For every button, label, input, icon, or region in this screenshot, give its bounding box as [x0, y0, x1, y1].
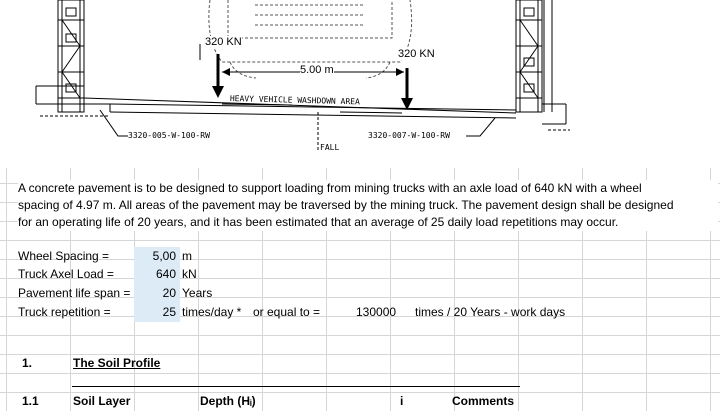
table-top-rule — [72, 386, 520, 387]
description-line-3: for an operating life of 20 years, and i… — [18, 215, 619, 229]
section-number: 1. — [22, 356, 33, 370]
truck-repetition-unit: times/day * — [182, 305, 242, 319]
dim-arrow-left — [222, 68, 230, 76]
life-span-input[interactable]: 20 — [134, 284, 180, 303]
header-depth: Depth (Hᵢ) — [200, 394, 256, 408]
load-label-right: 320 KN — [398, 48, 435, 60]
equal-to-label: or equal to = — [253, 305, 321, 319]
life-span-unit: Years — [182, 286, 213, 300]
right-tower — [515, 0, 553, 113]
header-soil-layer: Soil Layer — [73, 394, 131, 408]
section-title: The Soil Profile — [73, 356, 161, 370]
total-repetitions-unit: times / 20 Years - work days — [415, 305, 566, 319]
dim-arrow-right — [396, 68, 404, 76]
wheel-spacing-label: Wheel Spacing = — [18, 249, 110, 263]
spacing-label: 5.00 m — [300, 64, 334, 76]
wheel-spacing-unit: m — [182, 249, 192, 263]
fall-label: FALL — [320, 143, 340, 152]
leader-left — [99, 109, 128, 137]
drawing-svg — [35, 0, 570, 150]
description-paragraph: A concrete pavement is to be designed to… — [18, 180, 718, 231]
header-comments: Comments — [452, 394, 515, 408]
description-line-1: A concrete pavement is to be designed to… — [18, 181, 642, 195]
axle-load-unit: kN — [182, 267, 197, 281]
truck-repetition-label: Truck repetition = — [18, 305, 111, 319]
leader-right — [466, 117, 496, 137]
wheel-spacing-input[interactable]: 5,00 — [134, 247, 180, 266]
left-tower — [57, 0, 85, 113]
arrow-head-left — [212, 86, 224, 98]
total-repetitions-value: 130000 — [356, 305, 397, 319]
load-label-left: 320 KN — [205, 36, 242, 48]
truck-repetition-input[interactable]: 25 — [134, 303, 180, 322]
header-i: i — [400, 394, 404, 408]
description-line-2: spacing of 4.97 m. All areas of the pave… — [18, 198, 674, 212]
subsection-number: 1.1 — [22, 394, 39, 408]
axle-load-input[interactable]: 640 — [134, 265, 180, 284]
drawing-ref-right: 3320-007-W-100-RW — [368, 131, 450, 140]
drawing-ref-left: 3320-005-W-100-RW — [128, 131, 210, 140]
life-span-label: Pavement life span = — [18, 286, 131, 300]
axle-load-label: Truck Axel Load = — [18, 267, 114, 281]
engineering-drawing: 320 KN 320 KN 5.00 m HEAVY VEHICLE WASHD… — [0, 0, 720, 168]
